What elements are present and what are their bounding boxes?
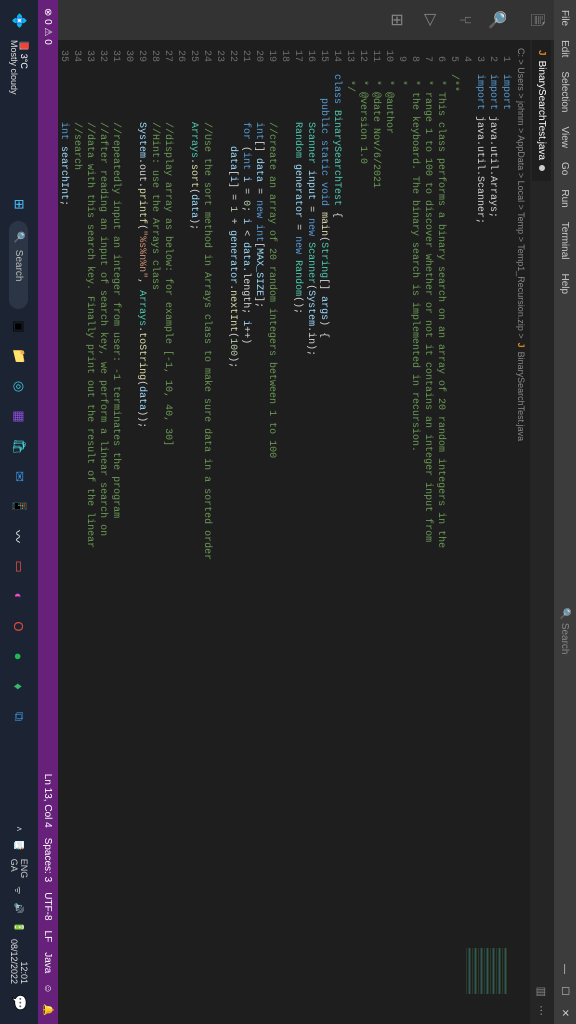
- line-gutter: 1234567891011121314151617181920212223242…: [58, 40, 512, 68]
- java-file-icon: J: [516, 343, 526, 348]
- status-language[interactable]: Java: [43, 952, 54, 973]
- menu-bar: File Edit Selection View Go Run Terminal…: [554, 0, 576, 1024]
- spotify-icon[interactable]: ●: [6, 643, 32, 669]
- feedback-icon[interactable]: ☺: [43, 983, 54, 993]
- battery-icon[interactable]: 🔋: [14, 922, 25, 933]
- taskbar-clock[interactable]: 12:01 08/12/2022: [9, 939, 29, 984]
- start-icon[interactable]: ⊞: [6, 191, 32, 217]
- app3-icon[interactable]: ◐: [6, 583, 32, 609]
- editor-area: J BinarySearchTest.java ▥ ⋯ C: > Users >…: [58, 40, 554, 1024]
- more-icon[interactable]: ⋯: [536, 1005, 549, 1016]
- taskview-icon[interactable]: ▣: [6, 313, 32, 339]
- status-position[interactable]: Ln 13, Col 4: [43, 774, 54, 828]
- vscode-icon[interactable]: ⧉: [6, 703, 32, 729]
- tab-binarysearchtest[interactable]: J BinarySearchTest.java: [533, 40, 552, 181]
- app4-icon[interactable]: ♦: [6, 673, 32, 699]
- window-min-icon[interactable]: —: [560, 962, 571, 976]
- code-text[interactable]: importimport java.util.Arrays;import jav…: [58, 68, 512, 944]
- status-eol[interactable]: LF: [43, 931, 54, 943]
- menu-file[interactable]: File: [558, 4, 573, 32]
- status-errors[interactable]: ⊗ 0 ⚠ 0: [43, 8, 54, 45]
- menu-go[interactable]: Go: [558, 156, 573, 181]
- store-icon[interactable]: 🛍: [6, 433, 32, 459]
- scrollbar[interactable]: [58, 1014, 512, 1024]
- tray-f-icon[interactable]: 📑: [14, 840, 25, 851]
- window-max-icon[interactable]: ☐: [560, 984, 571, 998]
- menu-view[interactable]: View: [558, 121, 573, 155]
- tab-bar: J BinarySearchTest.java ▥ ⋯: [530, 40, 554, 1024]
- breadcrumb-path: C: > Users > johnm > AppData > Local > T…: [516, 48, 526, 339]
- search-icon[interactable]: 🔍: [487, 10, 507, 30]
- wifi-icon[interactable]: ᯤ: [13, 886, 26, 894]
- tab-label: BinarySearchTest.java: [537, 61, 548, 161]
- menu-edit[interactable]: Edit: [558, 34, 573, 63]
- explorer-icon[interactable]: 🗎: [521, 14, 548, 27]
- app-icon[interactable]: 📱: [6, 493, 32, 519]
- volume-icon[interactable]: 🔊: [14, 903, 25, 914]
- code-editor[interactable]: 1234567891011121314151617181920212223242…: [58, 40, 512, 1024]
- menu-help[interactable]: Help: [558, 268, 573, 301]
- minimap[interactable]: [58, 944, 512, 1014]
- tray-chevron-icon[interactable]: ˄: [14, 826, 24, 831]
- breadcrumb-file: BinarySearchTest.java: [516, 352, 526, 442]
- java-file-icon: J: [537, 50, 548, 56]
- system-tray[interactable]: ˄ 📑 ENGGA ᯤ 🔊 🔋: [9, 826, 29, 933]
- menu-selection[interactable]: Selection: [558, 65, 573, 118]
- app2-icon[interactable]: ▭: [6, 553, 32, 579]
- split-icon[interactable]: ▥: [536, 987, 549, 997]
- breadcrumbs[interactable]: C: > Users > johnm > AppData > Local > T…: [512, 40, 530, 1024]
- weather-widget[interactable]: 📕 3°C Mostly cloudy: [9, 40, 29, 95]
- status-bar: ⊗ 0 ⚠ 0 Ln 13, Col 4 Spaces: 3 UTF-8 LF …: [38, 0, 58, 1024]
- office-icon[interactable]: ▦: [6, 403, 32, 429]
- windows-taskbar: 💠 📕 3°C Mostly cloudy ⊞ 🔍 Search ▣ 📁 ◎ ▦…: [0, 0, 38, 1024]
- edge-icon[interactable]: ◎: [6, 373, 32, 399]
- menu-run[interactable]: Run: [558, 183, 573, 213]
- command-center[interactable]: 🔍 Search: [558, 302, 573, 960]
- widgets-icon[interactable]: 💠: [6, 8, 32, 34]
- tray-lang[interactable]: ENGGA: [9, 859, 29, 879]
- status-spaces[interactable]: Spaces: 3: [43, 838, 54, 882]
- vcs-icon[interactable]: ⑂: [455, 15, 473, 25]
- tab-dirty-icon: [539, 165, 545, 171]
- opera-icon[interactable]: O: [6, 613, 32, 639]
- activity-bar: 🗎 🔍 ⑂ ▷ ⊞: [58, 0, 554, 40]
- extensions-icon[interactable]: ⊞: [387, 13, 407, 26]
- mail-icon[interactable]: ✉: [6, 463, 32, 489]
- status-encoding[interactable]: UTF-8: [43, 892, 54, 920]
- taskbar-search[interactable]: 🔍 Search: [10, 221, 29, 309]
- window-close-icon[interactable]: ✕: [560, 1006, 571, 1020]
- notif-icon[interactable]: 💬: [6, 990, 32, 1016]
- menu-terminal[interactable]: Terminal: [558, 216, 573, 266]
- explorer-tb-icon[interactable]: 📁: [6, 343, 32, 369]
- swoosh-icon[interactable]: 〰: [6, 523, 32, 549]
- bell-icon[interactable]: 🔔: [43, 1004, 54, 1016]
- debug-icon[interactable]: ▷: [421, 14, 441, 26]
